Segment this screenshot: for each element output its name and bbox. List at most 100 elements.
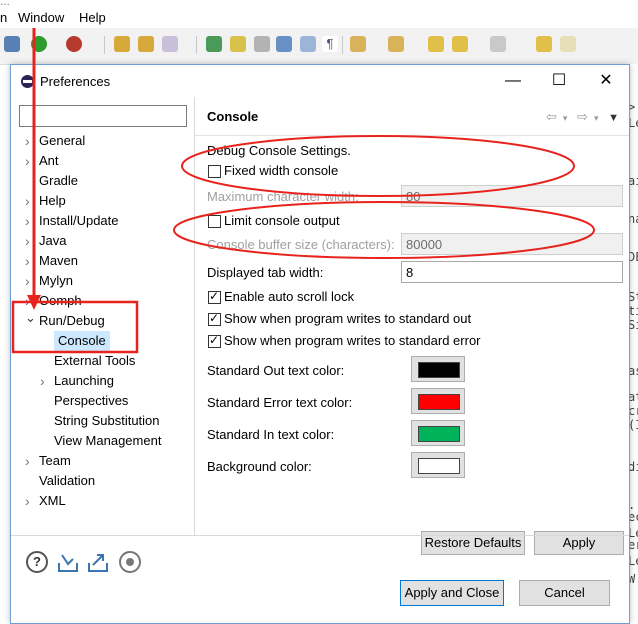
- chevron-down-icon[interactable]: ⌄: [25, 308, 36, 328]
- auto-scroll-label[interactable]: Enable auto scroll lock: [224, 289, 354, 304]
- tree-item-label: Install/Update: [39, 213, 119, 228]
- tree-item-validation[interactable]: Validation: [39, 471, 95, 491]
- show-err-label[interactable]: Show when program writes to standard err…: [224, 333, 481, 348]
- eclipse-menubar: n Window Help: [0, 8, 638, 28]
- max-char-width-label: Maximum character width:: [207, 189, 359, 204]
- chevron-right-icon[interactable]: ›: [25, 151, 35, 171]
- bg-color-button[interactable]: [411, 452, 465, 478]
- tree-item-label: Gradle: [39, 173, 79, 188]
- tree-item-gradle[interactable]: Gradle: [39, 171, 78, 191]
- prev-annotation-icon[interactable]: [388, 36, 404, 52]
- tree-item-team[interactable]: › Team: [25, 451, 71, 471]
- tree-item-oomph[interactable]: › Oomph: [25, 291, 82, 311]
- run-icon[interactable]: [31, 36, 47, 52]
- search-icon[interactable]: [206, 36, 222, 52]
- out-color-button[interactable]: [411, 356, 465, 382]
- tree-item-install-update[interactable]: › Install/Update: [25, 211, 119, 231]
- chevron-right-icon[interactable]: ›: [25, 191, 35, 211]
- forward-icon[interactable]: [490, 36, 506, 52]
- import-icon[interactable]: [57, 551, 79, 573]
- limit-output-checkbox[interactable]: [208, 215, 221, 228]
- minimize-button[interactable]: —: [493, 69, 533, 93]
- preferences-dialog: Preferences — ☐ ✕ › General › Ant Gradle › Hel…: [10, 64, 630, 624]
- back-icon[interactable]: [452, 36, 468, 52]
- export-icon[interactable]: [87, 551, 109, 573]
- tree-item-label: General: [39, 133, 86, 148]
- chevron-right-icon[interactable]: ›: [25, 451, 35, 471]
- open-folder-icon[interactable]: [138, 36, 154, 52]
- tree-item-label: String Substitution: [54, 413, 160, 428]
- chevron-right-icon[interactable]: ›: [25, 211, 35, 231]
- filter-input[interactable]: [19, 105, 187, 127]
- chevron-right-icon[interactable]: ›: [40, 371, 50, 391]
- maximize-button[interactable]: ☐: [539, 69, 579, 93]
- tree-item-string-substitution[interactable]: String Substitution: [54, 411, 160, 431]
- chevron-right-icon[interactable]: ›: [25, 131, 35, 151]
- show-out-label[interactable]: Show when program writes to standard out: [224, 311, 471, 326]
- chevron-right-icon[interactable]: ›: [25, 491, 35, 511]
- forward-arrow-icon[interactable]: ⇨: [577, 109, 588, 124]
- tree-item-run-debug[interactable]: ⌄ Run/Debug: [25, 310, 105, 331]
- back-dropdown-icon[interactable]: ▾: [563, 113, 568, 123]
- record-icon[interactable]: [119, 551, 141, 573]
- tree-item-mylyn[interactable]: › Mylyn: [25, 271, 73, 291]
- forward-history-icon[interactable]: [560, 36, 576, 52]
- close-button[interactable]: ✕: [586, 69, 626, 93]
- buffer-size-field[interactable]: 80000: [401, 233, 623, 255]
- view-menu-icon[interactable]: ▼: [608, 112, 619, 124]
- last-edit-icon[interactable]: [428, 36, 444, 52]
- tab-width-field[interactable]: 8: [401, 261, 623, 283]
- eclipse-toolbar: ¶: [0, 28, 638, 65]
- auto-scroll-checkbox[interactable]: [208, 289, 221, 304]
- tree-item-label: Maven: [39, 253, 79, 268]
- forward-dropdown-icon[interactable]: ▾: [594, 113, 599, 123]
- chevron-right-icon[interactable]: ›: [25, 271, 35, 291]
- limit-output-label[interactable]: Limit console output: [224, 213, 340, 228]
- in-color-button[interactable]: [411, 420, 465, 446]
- pin-icon[interactable]: [536, 36, 552, 52]
- tree-item-help[interactable]: › Help: [25, 191, 66, 211]
- tree-item-general[interactable]: › General: [25, 131, 86, 151]
- tree-item-java[interactable]: › Java: [25, 231, 66, 251]
- fixed-width-checkbox[interactable]: [208, 165, 221, 178]
- tree-item-view-management[interactable]: View Management: [54, 431, 161, 451]
- apply-and-close-button[interactable]: Apply and Close: [400, 580, 504, 606]
- cancel-button[interactable]: Cancel: [519, 580, 610, 606]
- dialog-titlebar: Preferences — ☐ ✕: [11, 65, 629, 97]
- tree-item-launching[interactable]: › Launching: [40, 371, 114, 391]
- pilcrow-icon[interactable]: ¶: [322, 36, 338, 52]
- chevron-right-icon[interactable]: ›: [25, 251, 35, 271]
- debug-icon[interactable]: [4, 36, 20, 52]
- tree-item-xml[interactable]: › XML: [25, 491, 66, 511]
- err-color-label: Standard Error text color:: [207, 395, 353, 410]
- help-icon[interactable]: ?: [26, 551, 48, 573]
- fixed-width-label[interactable]: Fixed width console: [224, 163, 338, 178]
- menu-fragment[interactable]: n: [0, 10, 7, 25]
- tree-item-perspectives[interactable]: Perspectives: [54, 391, 128, 411]
- next-annotation-icon[interactable]: [350, 36, 366, 52]
- block-icon[interactable]: [300, 36, 316, 52]
- back-arrow-icon[interactable]: ⇦: [546, 109, 557, 124]
- pen-icon[interactable]: [230, 36, 246, 52]
- page-nav: ⇦ ▾ ⇨ ▾ ▼: [540, 109, 619, 125]
- err-color-button[interactable]: [411, 388, 465, 414]
- open-package-icon[interactable]: [114, 36, 130, 52]
- menu-window[interactable]: Window: [18, 10, 64, 25]
- tree-item-ant[interactable]: › Ant: [25, 151, 59, 171]
- chevron-right-icon[interactable]: ›: [25, 231, 35, 251]
- tree-item-console[interactable]: Console: [54, 331, 110, 351]
- tree-item-label: External Tools: [54, 353, 136, 368]
- annotation-icon[interactable]: [254, 36, 270, 52]
- external-tools-icon[interactable]: [66, 36, 82, 52]
- tree-item-label: Perspectives: [54, 393, 129, 408]
- tree-item-external-tools[interactable]: External Tools: [54, 351, 135, 371]
- wand-icon[interactable]: [162, 36, 178, 52]
- tree-item-maven[interactable]: › Maven: [25, 251, 79, 271]
- max-char-width-field[interactable]: 80: [401, 185, 623, 207]
- show-err-checkbox[interactable]: [208, 333, 221, 348]
- eclipse-title-fragment: ...: [0, 0, 11, 8]
- menu-help[interactable]: Help: [79, 10, 106, 25]
- in-color-label: Standard In text color:: [207, 427, 335, 442]
- show-out-checkbox[interactable]: [208, 311, 221, 326]
- toggle-icon[interactable]: [276, 36, 292, 52]
